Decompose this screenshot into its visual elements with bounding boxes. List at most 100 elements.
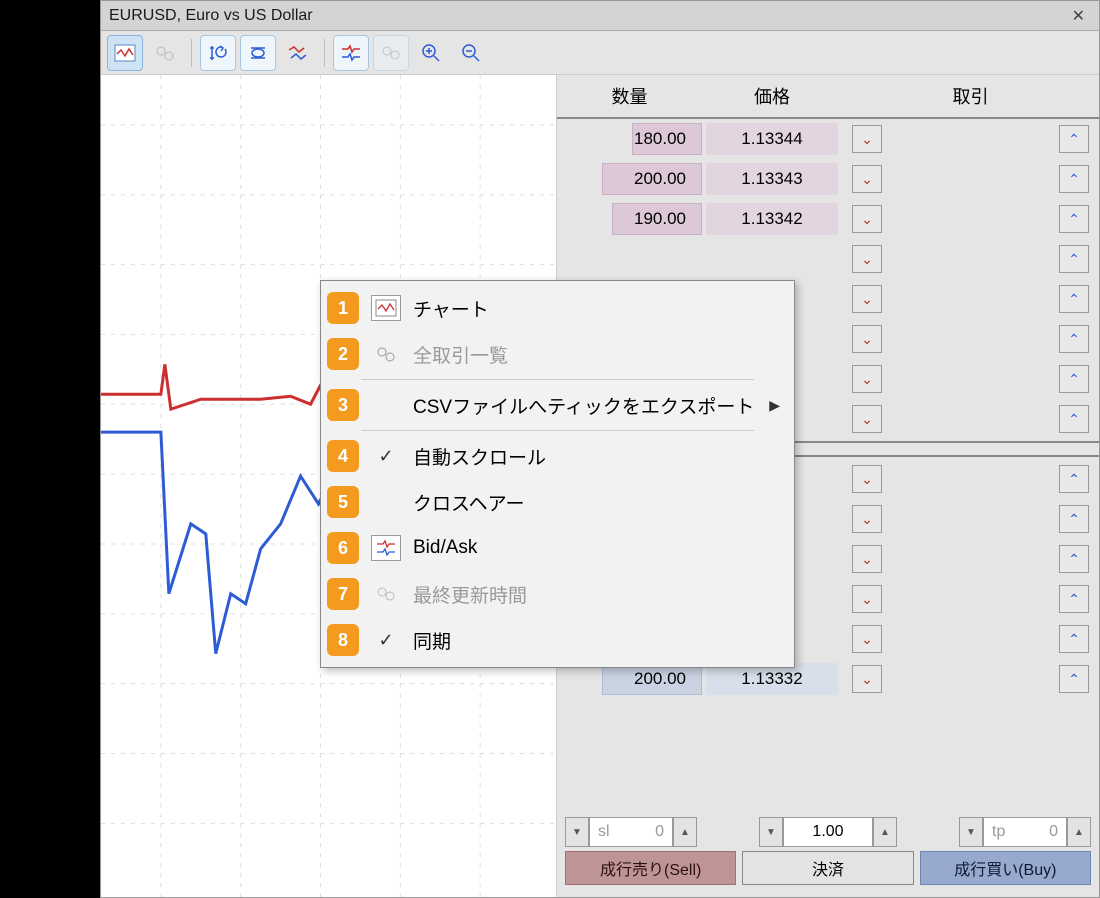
- trade-cell: ⌄⌃: [842, 465, 1089, 493]
- buy-at-price-button[interactable]: ⌃: [1059, 665, 1089, 693]
- menu-item[interactable]: 1 チャート: [321, 285, 794, 331]
- tp-up-icon[interactable]: ▲: [1067, 817, 1091, 847]
- menu-separator: [361, 430, 754, 431]
- buy-at-price-button[interactable]: ⌃: [1059, 625, 1089, 653]
- buy-button[interactable]: 成行買い(Buy): [920, 851, 1091, 885]
- header-trade: 取引: [842, 75, 1099, 117]
- bidask-icon: [371, 535, 401, 561]
- order-header: 数量 価格 取引: [557, 75, 1099, 119]
- sl-down-icon[interactable]: ▼: [565, 817, 589, 847]
- chart-icon: [371, 295, 401, 321]
- qty-cell: 190.00: [557, 199, 702, 239]
- trade-cell: ⌄⌃: [842, 365, 1089, 393]
- toolbar: [101, 31, 1099, 75]
- sell-at-price-button[interactable]: ⌄: [852, 205, 882, 233]
- sl-up-icon[interactable]: ▲: [673, 817, 697, 847]
- menu-item[interactable]: 4✓自動スクロール: [321, 433, 794, 479]
- close-icon[interactable]: ✕: [1066, 6, 1091, 26]
- check-icon: ✓: [371, 630, 401, 651]
- sell-at-price-button[interactable]: ⌄: [852, 545, 882, 573]
- header-qty: 数量: [557, 75, 702, 117]
- sell-at-price-button[interactable]: ⌄: [852, 665, 882, 693]
- trade-cell: ⌄⌃: [842, 285, 1089, 313]
- bottom-controls: ▼ sl0 ▲ ▼ 1.00 ▲ ▼ tp0 ▲: [557, 813, 1099, 897]
- tp-down-icon[interactable]: ▼: [959, 817, 983, 847]
- sell-at-price-button[interactable]: ⌄: [852, 625, 882, 653]
- buy-at-price-button[interactable]: ⌃: [1059, 505, 1089, 533]
- buy-at-price-button[interactable]: ⌃: [1059, 365, 1089, 393]
- menu-item-label: 自動スクロール: [413, 443, 780, 470]
- order-row: 180.001.13344⌄⌃: [557, 119, 1099, 159]
- zoom-out-icon[interactable]: [453, 35, 489, 71]
- align-icon[interactable]: [240, 35, 276, 71]
- menu-item-label: 最終更新時間: [413, 581, 780, 608]
- trade-cell: ⌄⌃: [842, 245, 1089, 273]
- sell-at-price-button[interactable]: ⌄: [852, 285, 882, 313]
- menu-item: 2全取引一覧: [321, 331, 794, 377]
- qty-cell: [557, 239, 702, 279]
- menu-item-label: クロスヘアー: [413, 489, 780, 516]
- price-cell: 1.13343: [702, 159, 842, 199]
- zoom-in-icon[interactable]: [413, 35, 449, 71]
- buy-at-price-button[interactable]: ⌃: [1059, 585, 1089, 613]
- tp-field[interactable]: tp0: [983, 817, 1067, 847]
- price-cell: 1.13342: [702, 199, 842, 239]
- callout-badge: 7: [327, 578, 359, 610]
- chart-mode-icon[interactable]: [107, 35, 143, 71]
- sell-at-price-button[interactable]: ⌄: [852, 245, 882, 273]
- menu-item-label: チャート: [413, 295, 780, 322]
- trade-cell: ⌄⌃: [842, 205, 1089, 233]
- menu-item[interactable]: 3CSVファイルへティックをエクスポート▶: [321, 382, 794, 428]
- buy-at-price-button[interactable]: ⌃: [1059, 325, 1089, 353]
- menu-item[interactable]: 5 クロスヘアー: [321, 479, 794, 525]
- sell-at-price-button[interactable]: ⌄: [852, 165, 882, 193]
- buy-at-price-button[interactable]: ⌃: [1059, 545, 1089, 573]
- buy-at-price-button[interactable]: ⌃: [1059, 165, 1089, 193]
- sell-at-price-button[interactable]: ⌄: [852, 405, 882, 433]
- sell-at-price-button[interactable]: ⌄: [852, 505, 882, 533]
- vol-down-icon[interactable]: ▼: [759, 817, 783, 847]
- buy-at-price-button[interactable]: ⌃: [1059, 205, 1089, 233]
- qty-cell: 180.00: [557, 119, 702, 159]
- buy-at-price-button[interactable]: ⌃: [1059, 465, 1089, 493]
- sl-field[interactable]: sl0: [589, 817, 673, 847]
- menu-item[interactable]: 8✓同期: [321, 617, 794, 663]
- trade-cell: ⌄⌃: [842, 625, 1089, 653]
- order-row: 190.001.13342⌄⌃: [557, 199, 1099, 239]
- time-icon: [147, 35, 183, 71]
- menu-item-label: Bid/Ask: [413, 537, 780, 559]
- menu-item-label: CSVファイルへティックをエクスポート: [413, 392, 757, 419]
- buy-at-price-button[interactable]: ⌃: [1059, 405, 1089, 433]
- sell-at-price-button[interactable]: ⌄: [852, 125, 882, 153]
- sell-button[interactable]: 成行売り(Sell): [565, 851, 736, 885]
- menu-item-label: 同期: [413, 627, 780, 654]
- volume-field[interactable]: 1.00: [783, 817, 873, 847]
- trade-cell: ⌄⌃: [842, 125, 1089, 153]
- trade-cell: ⌄⌃: [842, 505, 1089, 533]
- buy-at-price-button[interactable]: ⌃: [1059, 125, 1089, 153]
- order-row: ⌄⌃: [557, 239, 1099, 279]
- menu-item: 7 最終更新時間: [321, 571, 794, 617]
- back-candle-icon[interactable]: [200, 35, 236, 71]
- header-price: 価格: [702, 75, 842, 117]
- check-icon: ✓: [371, 446, 401, 467]
- callout-badge: 5: [327, 486, 359, 518]
- close-position-button[interactable]: 決済: [742, 851, 913, 885]
- volume-field-group: ▼ 1.00 ▲: [759, 817, 897, 847]
- menu-separator: [361, 379, 754, 380]
- circles-icon: [371, 581, 401, 607]
- buy-at-price-button[interactable]: ⌃: [1059, 245, 1089, 273]
- signal-icon[interactable]: [333, 35, 369, 71]
- sell-at-price-button[interactable]: ⌄: [852, 325, 882, 353]
- menu-item[interactable]: 6Bid/Ask: [321, 525, 794, 571]
- trade-cell: ⌄⌃: [842, 665, 1089, 693]
- price-cell: 1.13344: [702, 119, 842, 159]
- callout-badge: 1: [327, 292, 359, 324]
- sell-at-price-button[interactable]: ⌄: [852, 585, 882, 613]
- sell-at-price-button[interactable]: ⌄: [852, 465, 882, 493]
- context-menu: 1チャート2全取引一覧3CSVファイルへティックをエクスポート▶4✓自動スクロー…: [320, 280, 795, 668]
- bidask-small-icon[interactable]: [280, 35, 316, 71]
- vol-up-icon[interactable]: ▲: [873, 817, 897, 847]
- sell-at-price-button[interactable]: ⌄: [852, 365, 882, 393]
- buy-at-price-button[interactable]: ⌃: [1059, 285, 1089, 313]
